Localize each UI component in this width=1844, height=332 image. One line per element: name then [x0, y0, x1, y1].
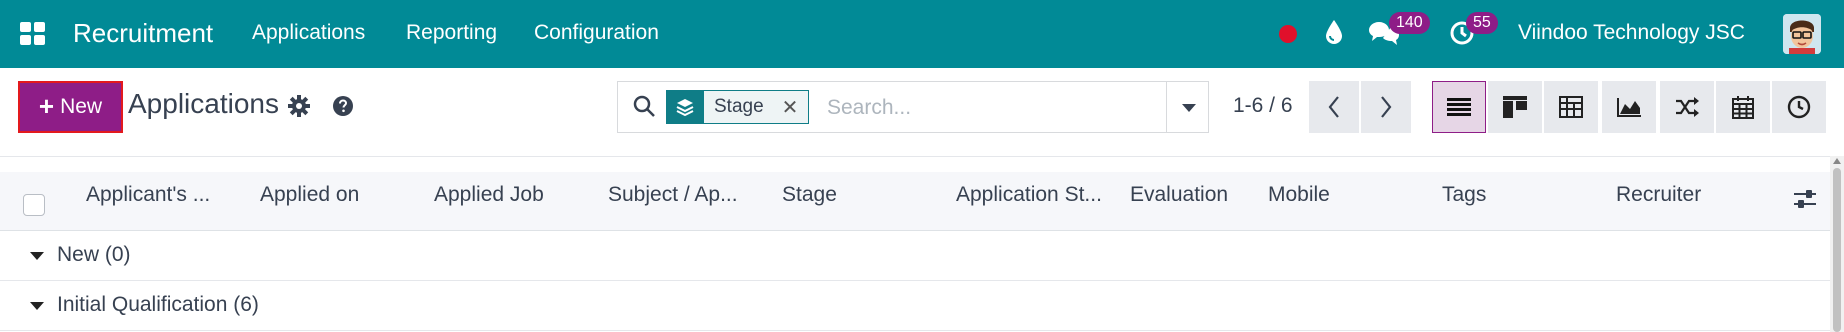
- activities-count-badge: 55: [1466, 12, 1498, 34]
- group-label: New (0): [57, 243, 131, 266]
- view-activity-button[interactable]: [1772, 81, 1826, 133]
- view-list-button[interactable]: [1432, 81, 1486, 133]
- view-cohort-button[interactable]: [1660, 81, 1714, 133]
- search-input[interactable]: Search...: [827, 96, 911, 120]
- user-avatar[interactable]: [1783, 14, 1821, 54]
- top-navbar: Recruitment Applications Reporting Confi…: [0, 0, 1844, 68]
- help-icon[interactable]: [333, 96, 353, 121]
- menu-applications[interactable]: Applications: [252, 21, 365, 45]
- column-header-application-status[interactable]: Application St...: [956, 183, 1102, 207]
- caret-down-icon: [30, 302, 44, 310]
- view-calendar-button[interactable]: [1716, 81, 1770, 133]
- messages-count-badge: 140: [1389, 12, 1430, 34]
- list-icon: [1447, 98, 1471, 116]
- column-header-applicant[interactable]: Applicant's ...: [86, 183, 210, 207]
- page-title: Applications: [128, 88, 279, 119]
- column-header-recruiter[interactable]: Recruiter: [1616, 183, 1701, 207]
- column-header-tags[interactable]: Tags: [1442, 183, 1486, 207]
- group-label: Initial Qualification (6): [57, 293, 259, 316]
- new-button[interactable]: + New: [18, 81, 123, 133]
- menu-configuration[interactable]: Configuration: [534, 21, 659, 45]
- caret-down-icon: [30, 252, 44, 260]
- activity-clock-icon: [1787, 95, 1811, 119]
- select-all-checkbox[interactable]: [23, 194, 45, 216]
- plus-icon: +: [38, 91, 55, 121]
- table-header: Applicant's ... Applied on Applied Job S…: [0, 172, 1830, 232]
- column-header-applied-job[interactable]: Applied Job: [434, 183, 544, 207]
- search-options-toggle-chevron-down-icon[interactable]: [1166, 82, 1211, 132]
- menu-reporting[interactable]: Reporting: [406, 21, 497, 45]
- group-row-initial-qualification[interactable]: Initial Qualification (6): [0, 281, 1830, 331]
- pivot-icon: [1559, 96, 1583, 118]
- chevron-right-icon: [1381, 96, 1392, 118]
- view-kanban-button[interactable]: [1488, 81, 1542, 133]
- search-facet: Stage ✕: [666, 90, 810, 124]
- optional-columns-sliders-icon[interactable]: [1793, 188, 1817, 215]
- column-header-mobile[interactable]: Mobile: [1268, 183, 1330, 207]
- column-header-applied-on[interactable]: Applied on: [260, 183, 359, 207]
- view-graph-button[interactable]: [1602, 81, 1656, 133]
- column-header-stage[interactable]: Stage: [782, 183, 837, 207]
- cohort-icon: [1676, 97, 1699, 117]
- view-pivot-button[interactable]: [1544, 81, 1598, 133]
- app-menu-icon[interactable]: [20, 22, 46, 46]
- chevron-left-icon: [1328, 96, 1339, 118]
- kanban-icon: [1503, 96, 1527, 118]
- group-by-layers-icon: [666, 90, 704, 124]
- remove-facet-close-icon[interactable]: ✕: [782, 95, 799, 120]
- graph-icon: [1617, 98, 1641, 117]
- company-switcher[interactable]: Viindoo Technology JSC: [1518, 21, 1745, 45]
- pager-previous-button[interactable]: [1309, 81, 1359, 133]
- scrollbar-thumb[interactable]: [1833, 168, 1841, 332]
- search-icon[interactable]: [632, 94, 656, 123]
- app-name[interactable]: Recruitment: [73, 18, 213, 49]
- facet-value: Stage: [714, 96, 764, 117]
- gear-icon[interactable]: [288, 95, 310, 122]
- pager-value[interactable]: 1-6 / 6: [1233, 94, 1293, 118]
- calendar-icon: [1732, 96, 1754, 119]
- control-panel: + New Applications Stage ✕ Search... 1-6…: [0, 68, 1844, 157]
- group-row-new[interactable]: New (0): [0, 231, 1830, 281]
- column-header-evaluation[interactable]: Evaluation: [1130, 183, 1228, 207]
- scroll-up-arrow-icon[interactable]: [1833, 158, 1841, 164]
- water-drop-icon[interactable]: [1325, 19, 1343, 50]
- pager-next-button[interactable]: [1361, 81, 1411, 133]
- search-bar: Stage ✕ Search...: [617, 81, 1209, 133]
- recording-indicator-icon[interactable]: [1279, 25, 1297, 43]
- new-button-label: New: [60, 95, 103, 118]
- column-header-subject[interactable]: Subject / Ap...: [608, 183, 738, 207]
- vertical-scrollbar[interactable]: [1830, 156, 1844, 332]
